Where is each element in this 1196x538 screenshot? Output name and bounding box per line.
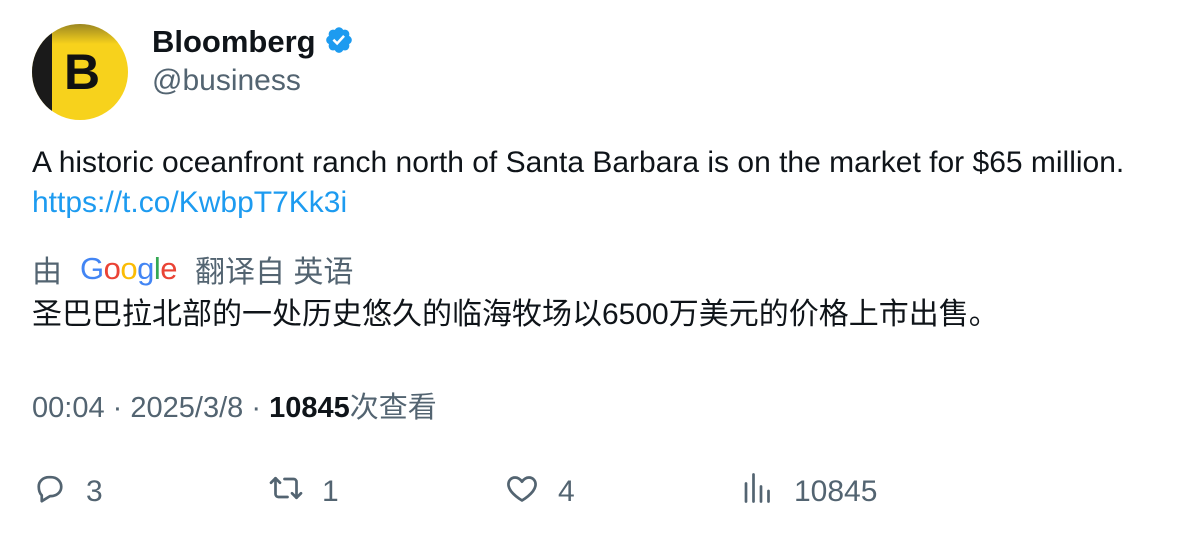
like-count: 4 bbox=[558, 475, 575, 508]
retweet-icon bbox=[268, 470, 304, 514]
avatar[interactable]: B bbox=[32, 24, 128, 120]
google-logo-letter: g bbox=[137, 251, 154, 286]
google-logo: Google bbox=[80, 251, 178, 287]
views-action-count: 10845 bbox=[794, 475, 878, 508]
tweet-meta: 00:04 · 2025/3/8 · 10845次查看 bbox=[32, 384, 437, 426]
google-logo-letter: o bbox=[103, 251, 121, 286]
meta-separator: · bbox=[251, 392, 261, 424]
verified-badge-icon bbox=[324, 25, 354, 60]
action-bar: 3 1 4 10845 bbox=[0, 470, 1196, 518]
avatar-letter: B bbox=[63, 44, 101, 100]
display-name[interactable]: Bloomberg bbox=[152, 24, 316, 60]
views-icon bbox=[740, 470, 776, 514]
google-logo-letter: e bbox=[160, 251, 178, 286]
tweet-date[interactable]: 2025/3/8 bbox=[130, 392, 243, 424]
google-logo-letter: o bbox=[120, 251, 138, 286]
translated-text: 圣巴巴拉北部的一处历史悠久的临海牧场以6500万美元的价格上市出售。 bbox=[32, 298, 999, 331]
translation-attribution: 由 Google 翻译自 英语 bbox=[32, 247, 353, 291]
translation-suffix[interactable]: 翻译自 英语 bbox=[195, 247, 353, 291]
like-button[interactable]: 4 bbox=[504, 470, 575, 514]
views-count: 10845 bbox=[269, 392, 350, 424]
google-logo-letter: G bbox=[80, 251, 104, 286]
tweet-time[interactable]: 00:04 bbox=[32, 392, 105, 424]
like-icon bbox=[504, 470, 540, 514]
retweet-button[interactable]: 1 bbox=[268, 470, 339, 514]
translation-prefix: 由 bbox=[32, 256, 62, 289]
reply-button[interactable]: 3 bbox=[32, 470, 103, 514]
author-name-row: Bloomberg bbox=[152, 24, 354, 60]
retweet-count: 1 bbox=[322, 475, 339, 508]
reply-count: 3 bbox=[86, 475, 103, 508]
tweet-link[interactable]: https://t.co/KwbpT7Kk3i bbox=[32, 186, 347, 219]
tweet-body: A historic oceanfront ranch north of San… bbox=[32, 146, 1125, 179]
meta-separator: · bbox=[112, 392, 123, 424]
reply-icon bbox=[32, 470, 68, 514]
views-label: 次查看 bbox=[349, 392, 437, 424]
views-button[interactable]: 10845 bbox=[740, 470, 877, 514]
tweet-text: A historic oceanfront ranch north of San… bbox=[32, 143, 1152, 223]
handle[interactable]: @business bbox=[152, 64, 301, 98]
